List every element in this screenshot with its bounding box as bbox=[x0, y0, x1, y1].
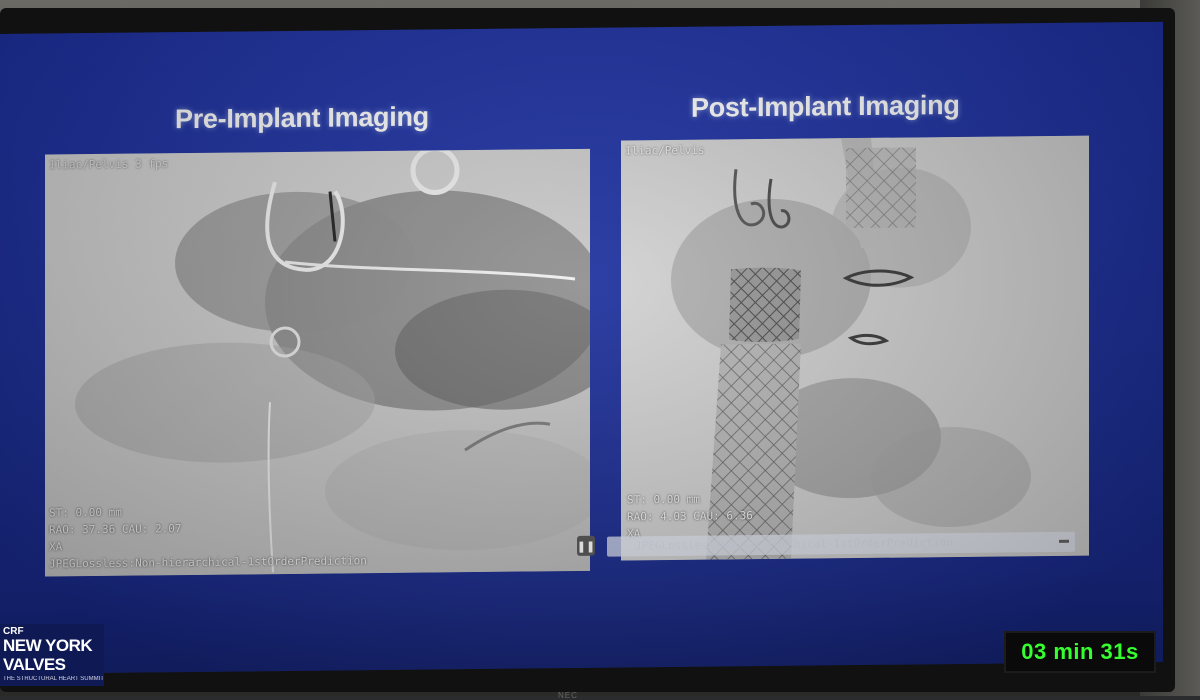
post-series-header: Iliac/Pelvis bbox=[625, 143, 705, 158]
pre-dicom-info: ST: 0.00 mm RAO: 37.36 CAU: 2.07 XA JPEG… bbox=[49, 501, 367, 572]
monitor-bezel: Pre-Implant Imaging Post-Implant Imaging bbox=[0, 8, 1175, 700]
post-implant-title: Post-Implant Imaging bbox=[691, 89, 960, 123]
post-implant-angiogram: Iliac/Pelvis ST: 0.00 mm RAO: 4.03 CAU: … bbox=[621, 135, 1089, 561]
pre-series-header: Iliac/Pelvis 3 fps bbox=[49, 157, 169, 172]
logo-line2: VALVES bbox=[3, 655, 66, 674]
pause-icon: ❚❚ bbox=[576, 540, 596, 553]
pause-button[interactable]: ❚❚ bbox=[576, 535, 596, 556]
post-angle-value: RAO: 4.03 CAU: 6.36 bbox=[627, 509, 753, 524]
monitor-screen: Pre-Implant Imaging Post-Implant Imaging bbox=[0, 21, 1163, 674]
pre-implant-title: Pre-Implant Imaging bbox=[175, 101, 429, 135]
logo-tagline: THE STRUCTURAL HEART SUMMIT bbox=[3, 676, 104, 682]
post-st-value: ST: 0.00 mm bbox=[627, 492, 700, 507]
post-compression: JPEGLossless:Non-hierarchical-1stOrderPr… bbox=[635, 536, 953, 553]
pre-compression: JPEGLossless:Non-hierarchical-1stOrderPr… bbox=[49, 554, 367, 571]
countdown-timer: 03 min 31s bbox=[1004, 631, 1156, 673]
close-icon[interactable]: ▬ bbox=[1059, 535, 1069, 546]
logo-line1: NEW YORK bbox=[3, 636, 93, 655]
pre-implant-angiogram: Iliac/Pelvis 3 fps ST: 0.00 mm RAO: 37.3… bbox=[45, 148, 590, 577]
new-york-valves-logo: CRF NEW YORK VALVES THE STRUCTURAL HEART… bbox=[0, 624, 104, 686]
